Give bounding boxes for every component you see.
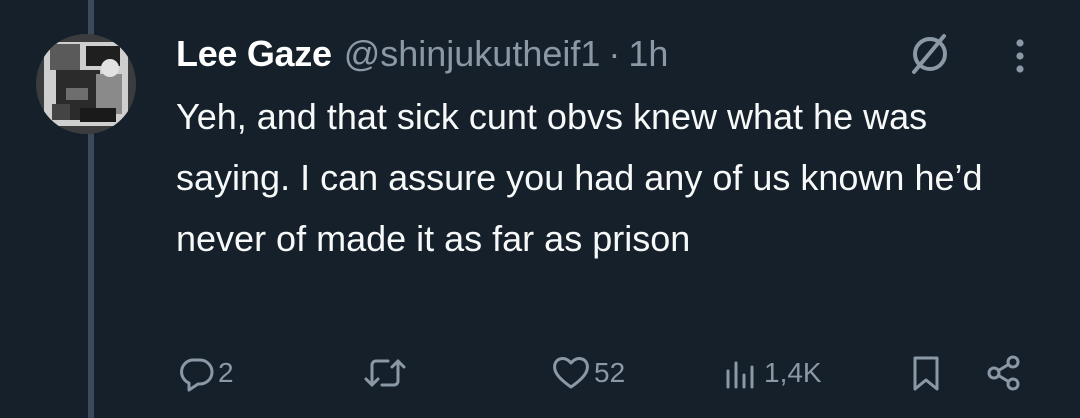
heart-icon bbox=[553, 357, 589, 389]
tweet[interactable]: Lee Gaze @shinjukutheif1 · 1h Yeh, and t… bbox=[0, 0, 1080, 418]
tweet-text: Yeh, and that sick cunt obvs knew what h… bbox=[176, 96, 983, 259]
grok-icon[interactable] bbox=[906, 30, 954, 78]
bookmark-button[interactable] bbox=[908, 348, 944, 398]
share-icon bbox=[987, 355, 1020, 391]
action-bar: 2 52 1,4K bbox=[0, 348, 1080, 398]
bookmark-icon bbox=[913, 356, 939, 391]
author-name[interactable]: Lee Gaze bbox=[176, 33, 332, 75]
reply-count: 2 bbox=[218, 357, 234, 388]
reply-button[interactable]: 2 bbox=[176, 348, 234, 398]
separator-dot: · bbox=[608, 33, 621, 74]
author-handle[interactable]: @shinjukutheif1 bbox=[344, 33, 601, 75]
reply-icon bbox=[180, 358, 214, 392]
like-button[interactable]: 52 bbox=[550, 348, 625, 398]
timestamp[interactable]: 1h bbox=[628, 33, 668, 75]
views-button[interactable]: 1,4K bbox=[722, 348, 822, 398]
avatar[interactable] bbox=[36, 34, 136, 134]
tweet-header: Lee Gaze @shinjukutheif1 · 1h bbox=[176, 30, 668, 78]
retweet-button[interactable] bbox=[362, 348, 410, 398]
like-count: 52 bbox=[594, 357, 626, 388]
profile-photo-icon bbox=[36, 34, 136, 134]
views-icon bbox=[726, 361, 754, 389]
view-count: 1,4K bbox=[764, 357, 822, 388]
more-options-icon[interactable] bbox=[1006, 36, 1034, 76]
share-button[interactable] bbox=[984, 348, 1024, 398]
retweet-icon bbox=[364, 359, 406, 387]
